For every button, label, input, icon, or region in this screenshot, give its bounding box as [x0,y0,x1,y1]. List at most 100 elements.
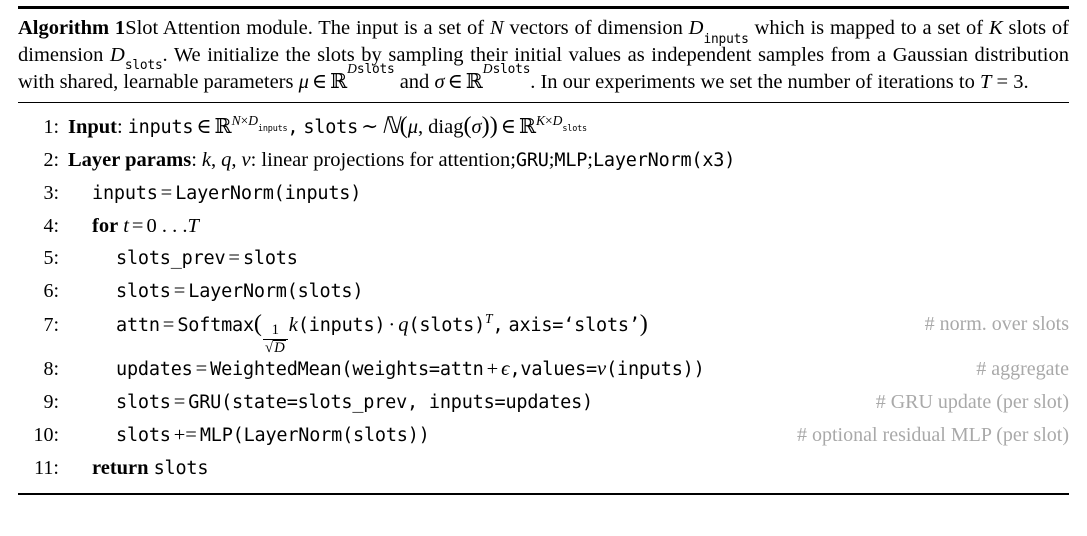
code-return-slots: slots [153,457,209,479]
line-content: return slots [68,452,1069,485]
symbol-element-of: ∈ [196,115,212,138]
symbol-distributed-as: ∼ [361,115,379,138]
symbol-blackboard-R: ℝ [214,113,232,138]
equation-T-value: = 3 [996,71,1024,93]
superscript-transpose: T [485,311,493,327]
line-comment: # optional residual MLP (per slot) [797,423,1069,446]
code-inputs: inputs [127,116,194,138]
algorithm-line: 4: for t = 0 . . . T [18,210,1069,242]
operator-plus: + [486,357,499,380]
comma-7: , [492,314,504,336]
superscript-D-b: D [552,113,563,129]
symbol-sigma-line1: σ [471,115,482,138]
operator-equals-5: = [228,246,240,269]
keyword-return: return [92,456,149,479]
line-number: 11: [34,456,59,479]
superscript-D-1: D [347,60,357,76]
fraction-one-over-sqrt-d: 1 √D [262,323,288,356]
code-lhs-updates: updates [116,358,193,380]
symbol-element-of-b: ∈ [500,115,516,138]
symbol-blackboard-R-1: ℝ [330,69,348,93]
symbol-T: T [979,71,992,93]
code-lhs-slots: slots [116,280,171,302]
caption-text-2: vectors of dimension [503,17,689,39]
algorithm-line: 3: inputs = LayerNorm (inputs) [18,177,1069,210]
symbol-k: k [201,148,211,171]
superscript-N: N [231,113,241,129]
line-number: 9: [43,390,59,413]
code-lhs-inputs: inputs [92,182,158,204]
symbol-D-slots: D [110,43,125,66]
operator-equals-4: = [131,214,144,237]
superscript-sub-inputs: inputs [258,123,288,134]
comma-8: , [509,358,521,380]
symbol-blackboard-R-b: ℝ [518,113,536,138]
line-content: for t = 0 . . . T [68,210,1069,242]
code-arg-weights: (weights=attn [341,358,484,380]
superscript-times-b: × [545,113,553,129]
loop-range: 0 . . . [146,214,188,237]
line-number: 6: [43,279,59,302]
line-comment: # norm. over slots [924,312,1069,335]
line-content: slots = GRU (state=slots_prev, inputs=updat… [68,386,1069,419]
code-lhs-slots-10: slots [116,424,171,446]
symbol-mu-line1: μ [407,115,419,138]
code-arg-values: values= [520,358,597,380]
algorithm-line: 5: slots_prev = slots [18,242,1069,275]
paren-close-10: ) [418,424,430,446]
caption-text-6: and [394,71,435,93]
symbol-q-fn: q [398,313,409,336]
colon-2: : [191,148,197,171]
operator-equals: = [160,181,173,204]
code-gru: GRU [515,149,549,171]
algorithm-line: 1: Input: inputs ∈ ℝ N×Dinputs, slots ∼ ℕ(μ, dia… [18,110,1069,144]
code-arg-slots-6: (slots) [286,280,364,302]
code-fn-softmax: Softmax [177,314,254,336]
symbol-sigma: σ [434,71,445,93]
line-comment: # GRU update (per slot) [875,390,1069,413]
code-slots: slots [303,116,359,138]
line-number: 2: [43,148,59,171]
superscript-D-2: D [482,60,493,76]
rule-bottom [18,492,1069,495]
code-arg-gru: (state=slots_prev, inputs=updates) [221,391,593,413]
symbol-k-fn: k [288,313,298,336]
code-arg-slots-7: (slots) [408,314,486,336]
superscript-slots-2: slots [492,61,531,77]
line2-text: : linear projections for attention; [250,148,516,171]
symbol-element-of-2: ∈ [447,71,463,93]
code-axis-arg: axis=‘slots’ [508,314,640,336]
symbol-mu: μ [298,71,309,93]
code-lhs-attn: attn [116,314,160,336]
operator-dot: · [388,313,396,336]
algorithm-line: 2: Layer params: k, q, v: linear projection… [18,144,1069,177]
operator-equals-9: = [173,390,186,413]
algorithm-line: 9: slots = GRU (state=slots_prev, inputs=up… [18,386,1069,419]
code-arg-inputs: (inputs) [273,182,362,204]
code-fn-gru: GRU [188,391,222,413]
symbol-T-loop: T [187,214,199,237]
line-number: 4: [43,214,59,237]
caption-text-7: . In our experiments we set the number o… [530,71,980,93]
algorithm-body: 1: Input: inputs ∈ ℝ N×Dinputs, slots ∼ ℕ(μ, dia… [18,103,1069,488]
line-number: 10: [33,423,59,446]
colon-1: : [117,115,123,138]
subscript-inputs: inputs [703,31,749,47]
line-content: inputs = LayerNorm (inputs) [68,177,1069,210]
superscript-sub-slots: slots [562,123,587,134]
code-arg-slots-10: (slots) [342,424,419,446]
code-arg-inputs-7: (inputs) [297,314,386,336]
code-lhs-slots-prev: slots_prev [116,247,226,269]
code-mlp: MLP [554,149,588,171]
code-lhs-slots-9: slots [116,391,171,413]
comma-1: , [287,116,299,138]
symbol-element-of-1: ∈ [311,71,328,93]
line-number: 5: [43,246,59,269]
operator-equals-7: = [162,313,175,336]
line-content: slots_prev = slots [68,242,1069,275]
code-layernorm: LayerNorm [592,149,692,171]
keyword-input: Input [68,115,118,138]
line-content: Input: inputs ∈ ℝ N×Dinputs, slots ∼ ℕ(μ, diag(σ… [68,110,1069,144]
operator-equals-8: = [195,357,208,380]
line-content: attn = Softmax(1 √D k (inputs) · q (slots) T, axis… [116,309,1069,356]
